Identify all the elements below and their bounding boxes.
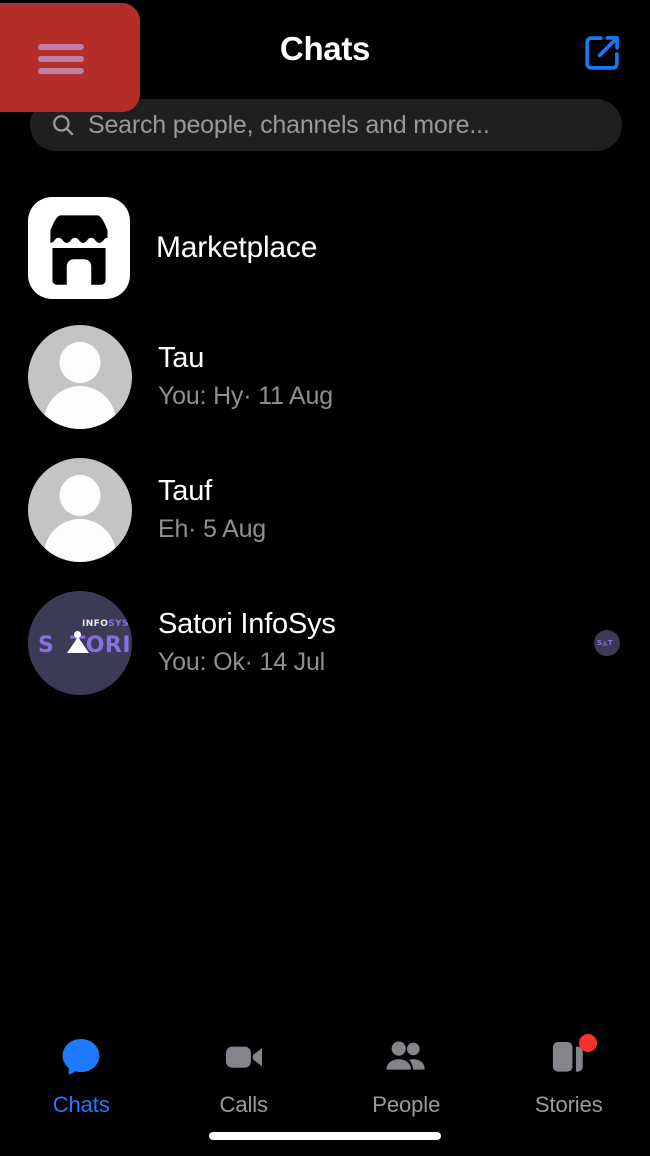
chat-name: Tauf [158,474,213,507]
chat-snippet: Eh· 5 Aug [158,515,267,544]
stories-cards-icon [542,1034,597,1080]
marketplace-tile [28,197,130,299]
search-magnifier-icon [50,112,76,138]
avatar [28,324,132,429]
avatar: INFOSYS SATORI [28,590,132,695]
messenger-chats-screen: Chats Search people, channels and more..… [0,0,650,1156]
chat-snippet: You: Ok· 14 Jul [158,648,326,677]
chat-text-block: Tauf Eh· 5 Aug [158,475,630,544]
list-item-marketplace[interactable]: Marketplace [0,186,650,310]
compose-new-message-button[interactable] [579,30,625,76]
satori-logo-mountain-icon [67,636,89,653]
nav-tab-label: Stories [534,1092,603,1117]
chat-name: Marketplace [156,230,318,264]
list-item-tau[interactable]: Tau You: Hy· 11 Aug [0,310,650,443]
satori-logo-dot-icon [74,630,81,638]
default-person-avatar-icon [28,324,132,429]
chat-text-block: Marketplace [156,231,630,266]
nav-tab-stories[interactable]: Stories [488,1016,650,1118]
chat-list: Marketplace Tau You: Hy· 11 Aug Tauf Eh·… [0,186,650,709]
compose-pencil-square-icon [585,36,619,70]
list-item-satori-infosys[interactable]: INFOSYS SATORI Satori InfoSys You: Ok· 1… [0,576,650,709]
nav-tab-label: People [372,1092,441,1117]
nav-tab-label: Calls [219,1092,269,1117]
nav-tab-calls[interactable]: Calls [163,1016,326,1118]
marketplace-storefront-icon [50,215,108,285]
chat-name: Satori InfoSys [158,607,336,640]
avatar [28,457,132,562]
people-group-icon [379,1034,433,1080]
satori-logo-avatar-icon: INFOSYS SATORI [28,590,132,695]
nav-tab-chats[interactable]: Chats [0,1016,163,1118]
stories-notification-dot [578,1034,597,1052]
chat-snippet: You: Hy· 11 Aug [158,382,333,411]
list-item-tauf[interactable]: Tauf Eh· 5 Aug [0,443,650,576]
chat-bubble-icon [54,1034,108,1080]
seen-by-avatar-badge: S▲T [594,629,620,656]
satori-logo-info-text: INFO [82,618,109,629]
satori-logo-superscript: INFOSYS [82,619,129,629]
default-person-avatar-icon [28,457,132,562]
chat-text-block: Tau You: Hy· 11 Aug [158,342,630,411]
satori-logo-sys-text: SYS [108,618,129,629]
video-camera-icon [217,1034,271,1080]
home-indicator-bar [209,1132,441,1140]
satori-logo-s: S [38,632,55,658]
chat-text-block: Satori InfoSys You: Ok· 14 Jul [158,608,630,677]
search-placeholder-text: Search people, channels and more... [88,110,490,139]
chat-name: Tau [158,341,205,374]
hamburger-menu-button[interactable] [0,3,140,112]
nav-tab-people[interactable]: People [325,1016,488,1118]
hamburger-menu-icon [38,44,84,74]
nav-tab-label: Chats [52,1092,110,1117]
